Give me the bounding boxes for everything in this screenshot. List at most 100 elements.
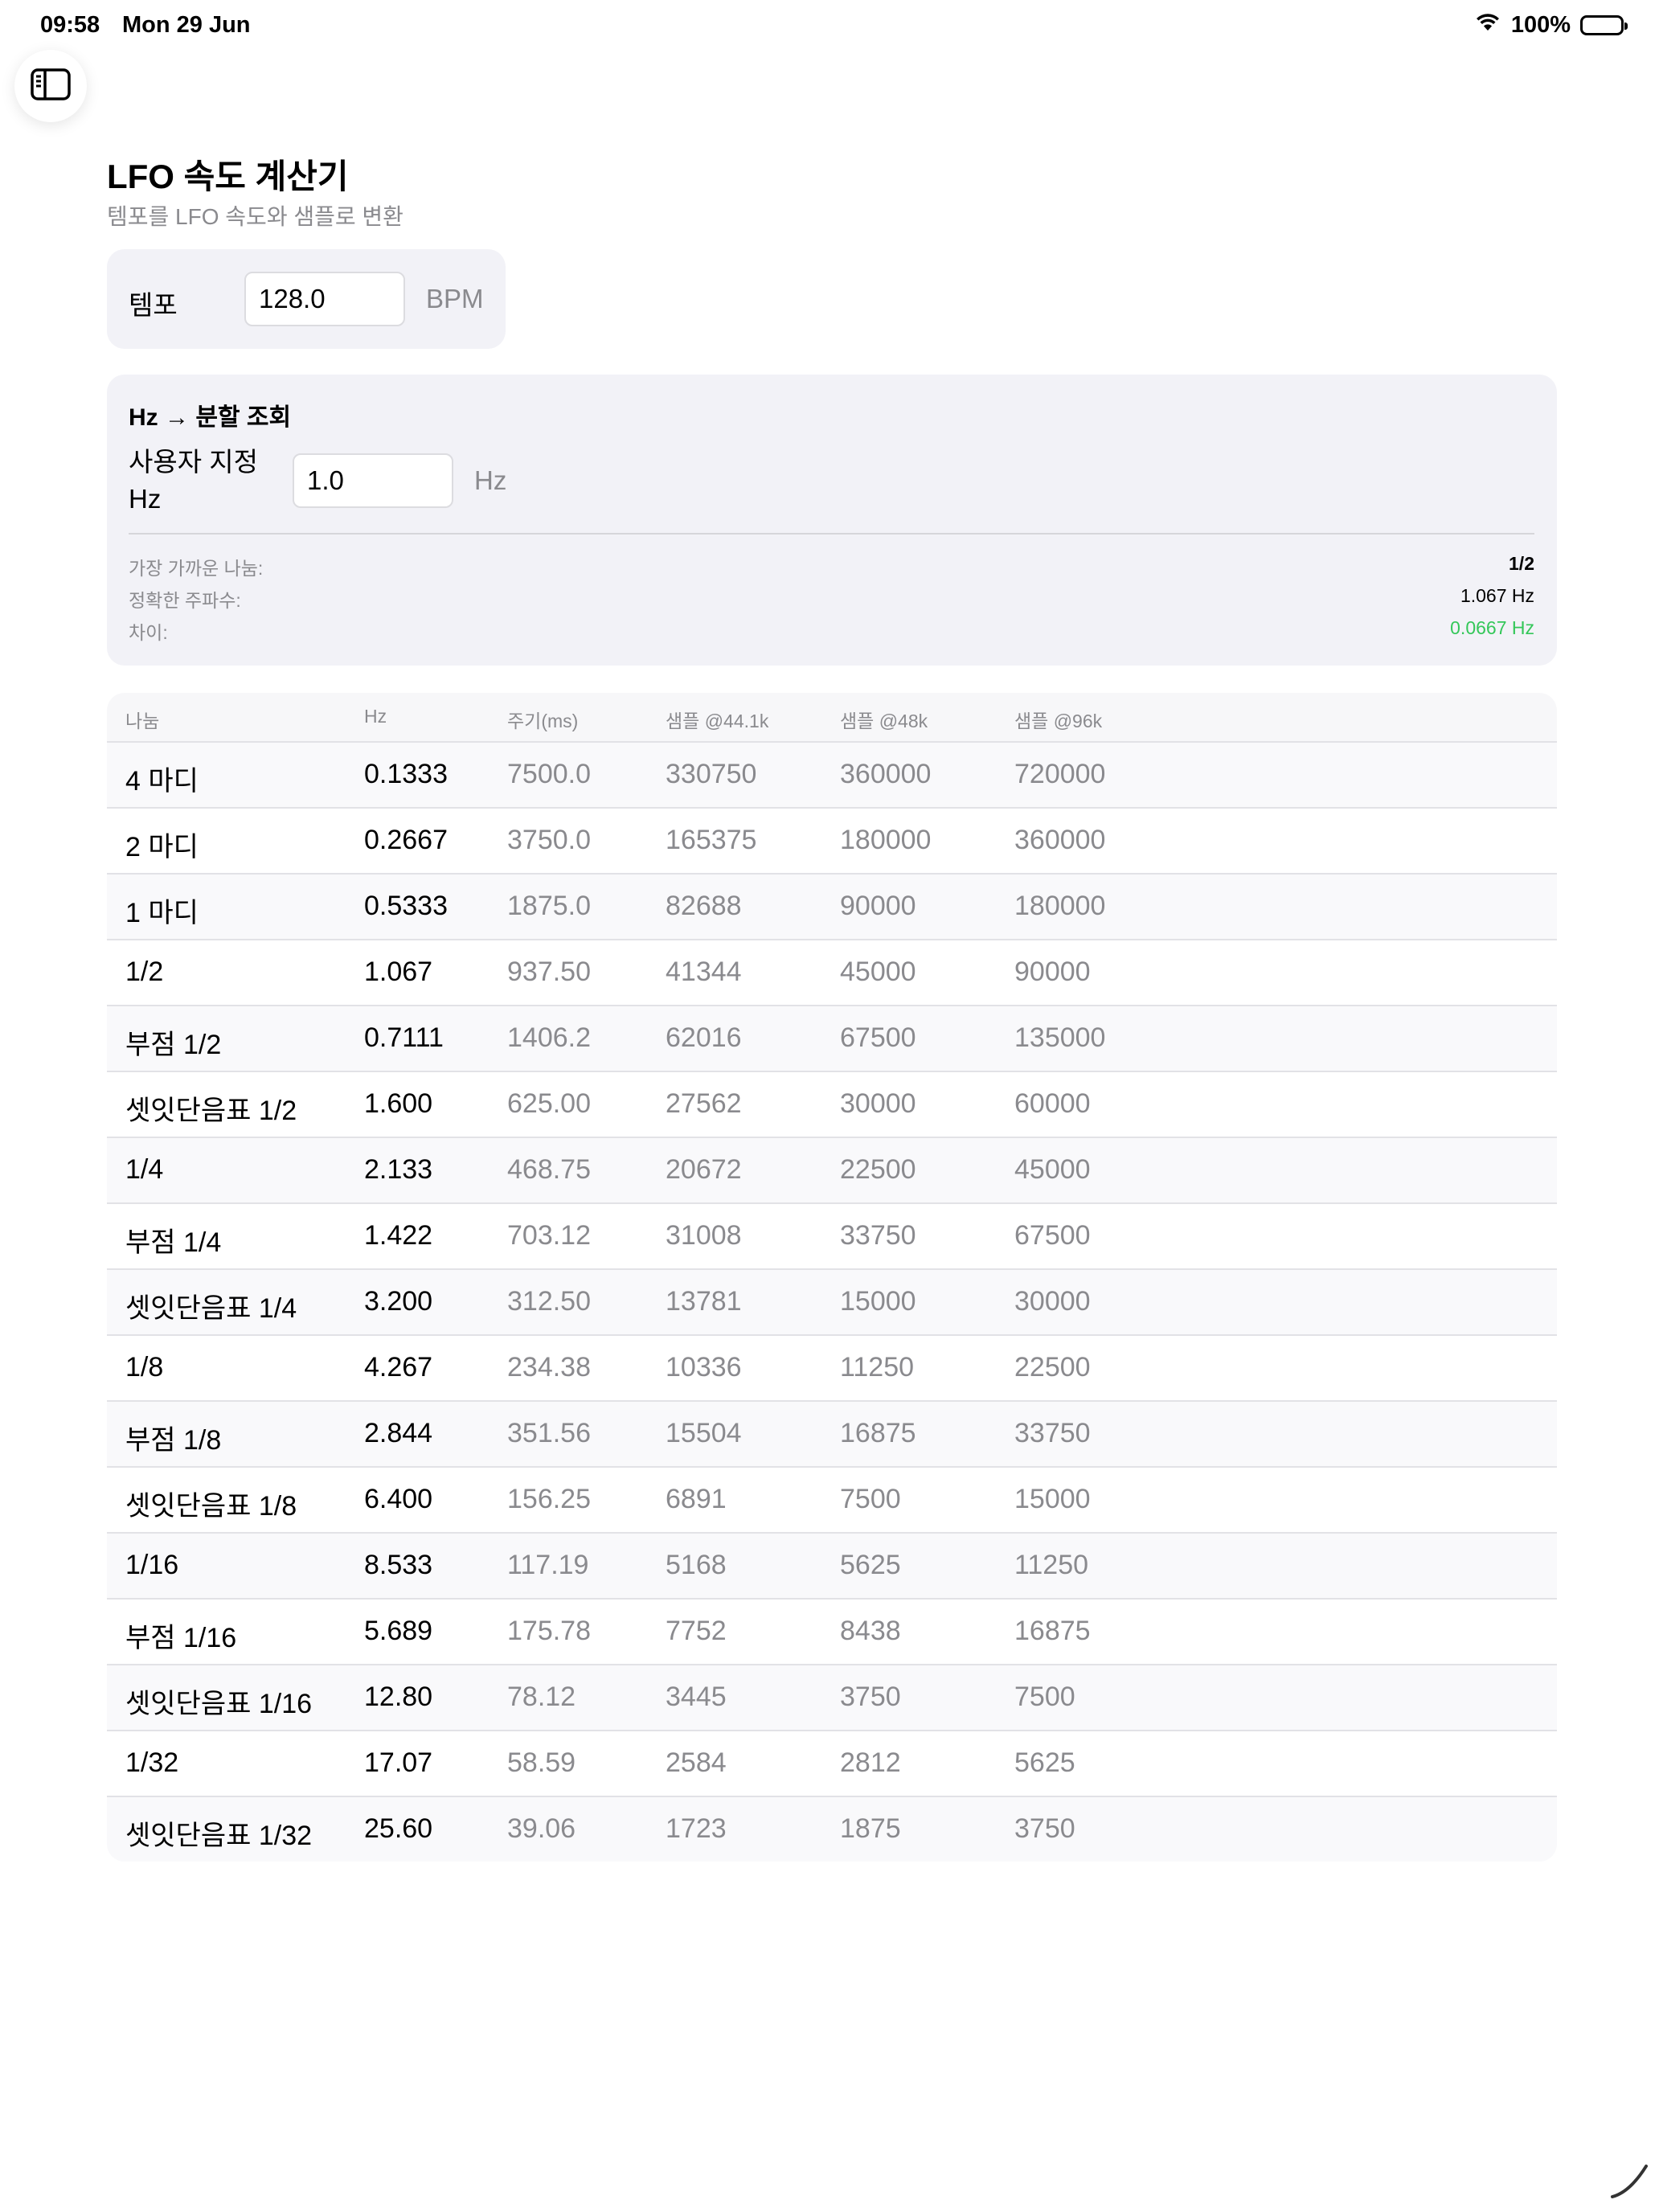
table-row: 1/32 17.07 58.59 2584 2812 5625 <box>107 1730 1557 1796</box>
exact-frequency-label: 정확한 주파수: <box>129 590 241 611</box>
cell-samples-44k: 31008 <box>666 1220 742 1251</box>
cell-samples-96k: 7500 <box>1014 1682 1075 1712</box>
cell-period: 468.75 <box>507 1154 591 1185</box>
cell-samples-48k: 33750 <box>840 1220 916 1251</box>
cell-samples-44k: 13781 <box>666 1286 742 1317</box>
cell-samples-48k: 90000 <box>840 891 916 921</box>
cell-division: 부점 1/16 <box>125 1623 237 1653</box>
cell-samples-48k: 360000 <box>840 759 932 789</box>
hz-lookup-card: Hz → 분할 조회 사용자 지정 Hz 1.0 Hz 가장 가까운 나눔: 1… <box>107 375 1557 666</box>
cell-samples-48k: 5625 <box>840 1550 901 1580</box>
status-right: 100% <box>1474 11 1628 39</box>
cell-samples-96k: 90000 <box>1014 956 1091 987</box>
custom-hz-unit: Hz <box>474 465 507 495</box>
cell-period: 175.78 <box>507 1616 591 1646</box>
cell-samples-48k: 180000 <box>840 825 932 855</box>
exact-frequency-row: 정확한 주파수: 1.067 Hz <box>129 585 1534 611</box>
cell-period: 625.00 <box>507 1088 591 1119</box>
table-row: 부점 1/4 1.422 703.12 31008 33750 67500 <box>107 1202 1557 1268</box>
cell-hz: 1.067 <box>364 956 433 987</box>
status-bar: 09:58 Mon 29 Jun 100% <box>0 0 1659 53</box>
cell-samples-96k: 11250 <box>1014 1550 1089 1580</box>
header-period: 주기(ms) <box>507 711 579 731</box>
cell-samples-44k: 62016 <box>666 1022 742 1053</box>
cell-division: 부점 1/8 <box>125 1425 222 1456</box>
cell-samples-44k: 5168 <box>666 1550 727 1580</box>
page-subtitle: 템포를 LFO 속도와 샘플로 변환 <box>107 204 403 229</box>
cell-samples-96k: 15000 <box>1014 1484 1091 1514</box>
table-row: 1/4 2.133 468.75 20672 22500 45000 <box>107 1137 1557 1202</box>
cell-hz: 8.533 <box>364 1550 433 1580</box>
tempo-label: 템포 <box>129 290 178 320</box>
cell-division: 1/4 <box>125 1154 164 1185</box>
cell-samples-48k: 22500 <box>840 1154 916 1185</box>
table-row: 셋잇단음표 1/8 6.400 156.25 6891 7500 15000 <box>107 1466 1557 1532</box>
table-row: 부점 1/2 0.7111 1406.2 62016 67500 135000 <box>107 1005 1557 1071</box>
cell-samples-44k: 20672 <box>666 1154 742 1185</box>
table-row: 2 마디 0.2667 3750.0 165375 180000 360000 <box>107 807 1557 873</box>
header-division: 나눔 <box>125 711 160 731</box>
cell-period: 58.59 <box>507 1747 576 1778</box>
cell-samples-96k: 22500 <box>1014 1352 1091 1382</box>
cell-period: 7500.0 <box>507 759 591 789</box>
nearest-division-value: 1/2 <box>1509 553 1534 574</box>
cell-hz: 0.1333 <box>364 759 448 789</box>
header-samples-96k: 샘플 @96k <box>1014 711 1103 731</box>
custom-hz-input[interactable]: 1.0 <box>293 453 453 508</box>
cell-division: 부점 1/2 <box>125 1030 222 1060</box>
tempo-card: 템포 128.0 BPM <box>107 249 506 349</box>
pencil-stroke-icon <box>1606 2155 1654 2207</box>
table-row: 1 마디 0.5333 1875.0 82688 90000 180000 <box>107 873 1557 939</box>
table-row: 1/2 1.067 937.50 41344 45000 90000 <box>107 939 1557 1005</box>
wifi-icon <box>1474 11 1501 39</box>
battery-percent: 100% <box>1510 11 1571 38</box>
cell-division: 셋잇단음표 1/32 <box>125 1821 313 1851</box>
cell-samples-96k: 360000 <box>1014 825 1106 855</box>
tempo-input[interactable]: 128.0 <box>244 272 405 326</box>
cell-division: 셋잇단음표 1/16 <box>125 1689 313 1719</box>
sidebar-icon <box>31 68 71 104</box>
cell-hz: 12.80 <box>364 1682 433 1712</box>
cell-samples-48k: 15000 <box>840 1286 916 1317</box>
cell-period: 937.50 <box>507 956 591 987</box>
cell-division: 1/32 <box>125 1747 179 1778</box>
header-samples-48k: 샘플 @48k <box>840 711 928 731</box>
cell-samples-44k: 3445 <box>666 1682 727 1712</box>
nearest-division-row: 가장 가까운 나눔: 1/2 <box>129 553 1534 579</box>
division-table: 나눔 Hz 주기(ms) 샘플 @44.1k 샘플 @48k 샘플 @96k 4… <box>107 693 1557 1862</box>
table-body: 4 마디 0.1333 7500.0 330750 360000 720000 2 마디 0.… <box>107 741 1557 1862</box>
sidebar-toggle-button[interactable] <box>14 50 87 122</box>
cell-hz: 0.7111 <box>364 1022 444 1053</box>
table-row: 부점 1/8 2.844 351.56 15504 16875 33750 <box>107 1400 1557 1466</box>
cell-period: 78.12 <box>507 1682 576 1712</box>
cell-samples-44k: 7752 <box>666 1616 727 1646</box>
difference-label: 차이: <box>129 622 168 643</box>
exact-frequency-value: 1.067 Hz <box>1460 585 1534 606</box>
cell-period: 312.50 <box>507 1286 591 1317</box>
nearest-division-label: 가장 가까운 나눔: <box>129 558 264 579</box>
cell-hz: 1.422 <box>364 1220 433 1251</box>
table-header: 나눔 Hz 주기(ms) 샘플 @44.1k 샘플 @48k 샘플 @96k <box>107 693 1557 741</box>
custom-hz-label: 사용자 지정 Hz <box>129 447 258 514</box>
cell-samples-44k: 6891 <box>666 1484 727 1514</box>
cell-samples-44k: 330750 <box>666 759 757 789</box>
cell-hz: 0.2667 <box>364 825 448 855</box>
table-row: 1/8 4.267 234.38 10336 11250 22500 <box>107 1334 1557 1400</box>
cell-samples-96k: 180000 <box>1014 891 1106 921</box>
table-row: 셋잇단음표 1/32 25.60 39.06 1723 1875 3750 <box>107 1796 1557 1862</box>
battery-icon <box>1580 14 1628 35</box>
cell-samples-96k: 60000 <box>1014 1088 1091 1119</box>
cell-samples-96k: 3750 <box>1014 1813 1075 1844</box>
cell-samples-44k: 15504 <box>666 1418 742 1448</box>
cell-samples-96k: 33750 <box>1014 1418 1091 1448</box>
cell-division: 셋잇단음표 1/2 <box>125 1096 297 1126</box>
tempo-unit: BPM <box>426 284 484 313</box>
cell-division: 셋잇단음표 1/8 <box>125 1491 297 1522</box>
cell-hz: 1.600 <box>364 1088 433 1119</box>
cell-samples-48k: 1875 <box>840 1813 901 1844</box>
cell-samples-44k: 82688 <box>666 891 742 921</box>
cell-hz: 17.07 <box>364 1747 433 1778</box>
cell-samples-44k: 165375 <box>666 825 757 855</box>
cell-hz: 4.267 <box>364 1352 433 1382</box>
difference-row: 차이: 0.0667 Hz <box>129 617 1534 643</box>
